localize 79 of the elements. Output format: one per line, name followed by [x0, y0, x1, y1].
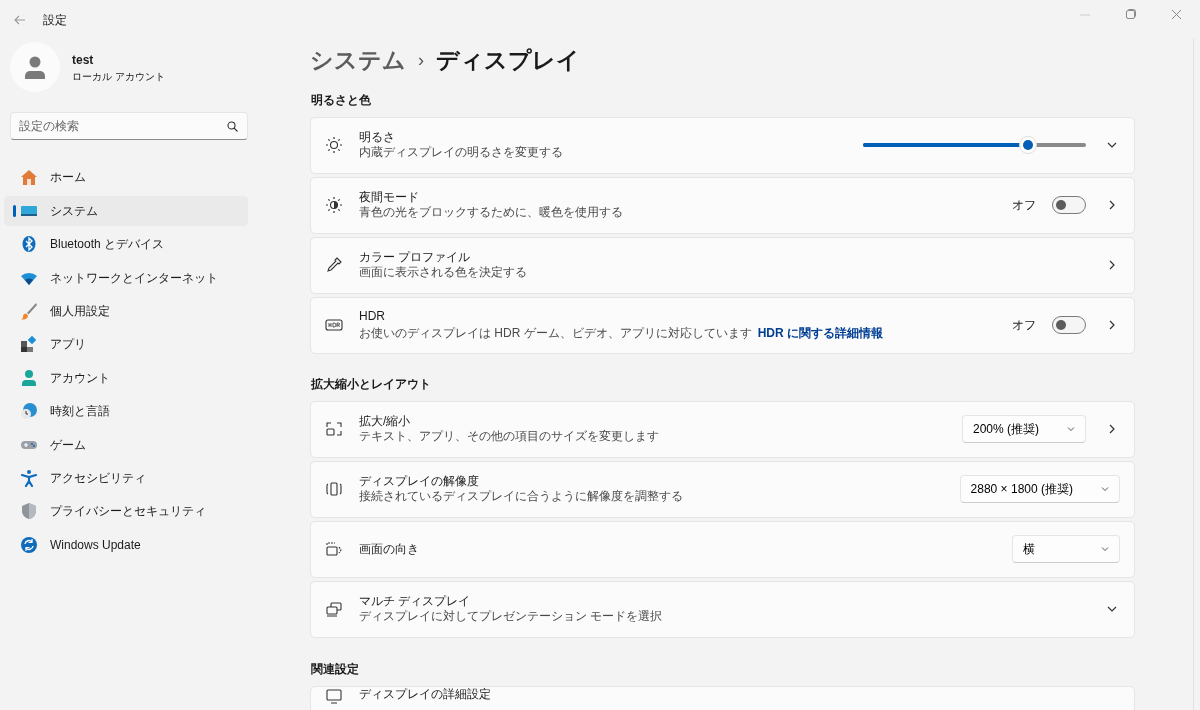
- house-icon: [20, 168, 38, 187]
- setting-title: マルチ ディスプレイ: [359, 594, 472, 610]
- breadcrumb-separator: ›: [418, 49, 424, 73]
- nav-item[interactable]: ゲーム: [4, 429, 248, 460]
- chevron-down-icon: [1067, 425, 1075, 434]
- setting-description: ディスプレイに対してプレゼンテーション モードを選択: [359, 609, 664, 625]
- toggle-switch[interactable]: [1052, 196, 1086, 215]
- setting-row[interactable]: HDR お使いのディスプレイは HDR ゲーム、ビデオ、アプリに対応しています HDR に関する詳細情報 オフ: [310, 296, 1135, 354]
- eyedropper-icon: [325, 256, 343, 275]
- setting-description: 青色の光をブロックするために、暖色を使用する: [359, 205, 624, 221]
- setting-row[interactable]: 明るさ 内蔵ディスプレイの明るさを変更する: [310, 116, 1135, 174]
- nav-item[interactable]: システム: [4, 195, 248, 226]
- account-type: ローカル アカウント: [72, 69, 165, 84]
- chevron-down-icon: [1101, 545, 1109, 554]
- nav-item[interactable]: アカウント: [4, 362, 248, 393]
- nav-item[interactable]: Bluetooth とデバイス: [4, 229, 248, 260]
- setting-description: お使いのディスプレイは HDR ゲーム、ビデオ、アプリに対応しています: [359, 325, 752, 341]
- back-arrow-icon: [14, 14, 26, 25]
- search-field[interactable]: 設定の検索: [10, 112, 248, 141]
- person-icon: [20, 368, 38, 387]
- half-sun-icon: [325, 196, 343, 215]
- accessibility-icon: [20, 469, 38, 487]
- paintbrush-icon: [20, 302, 38, 321]
- toggle-state-label: オフ: [1012, 317, 1036, 335]
- two-screens-icon: [325, 600, 343, 619]
- setting-description: 内蔵ディスプレイの明るさを変更する: [359, 145, 564, 161]
- breadcrumb-parent[interactable]: システム: [310, 43, 406, 78]
- bluetooth-icon: [20, 235, 38, 254]
- setting-row[interactable]: カラー プロファイル 画面に表示される色を決定する: [310, 236, 1135, 294]
- setting-row[interactable]: マルチ ディスプレイ ディスプレイに対してプレゼンテーション モードを選択: [310, 580, 1135, 638]
- shield-icon: [20, 502, 38, 521]
- learn-more-link[interactable]: HDR に関する詳細情報: [757, 323, 883, 342]
- globe-clock-icon: [20, 402, 38, 421]
- window-title: 設定: [43, 11, 67, 29]
- nav-item[interactable]: ホーム: [4, 162, 248, 193]
- person-icon: [23, 55, 47, 80]
- nav-item[interactable]: 個人用設定: [4, 296, 248, 327]
- account-name: test: [72, 51, 95, 69]
- toggle-state-label: オフ: [1012, 197, 1036, 215]
- setting-title: 画面の向き: [359, 541, 420, 557]
- setting-row[interactable]: ディスプレイの詳細設定: [310, 685, 1135, 710]
- nav-item[interactable]: 時刻と言語: [4, 396, 248, 427]
- setting-row[interactable]: 夜間モード 青色の光をブロックするために、暖色を使用する オフ: [310, 176, 1135, 234]
- rotate-screen-icon: [325, 540, 343, 559]
- slider-thumb[interactable]: [1019, 136, 1037, 155]
- chevron-down-icon: [1101, 485, 1109, 494]
- nav-item[interactable]: アプリ: [4, 329, 248, 360]
- resize-icon: [325, 420, 343, 439]
- sync-icon: [20, 535, 38, 554]
- section-heading: 関連設定: [311, 660, 360, 678]
- setting-title: 夜間モード: [359, 190, 420, 206]
- section-heading: 明るさと色: [311, 91, 372, 109]
- setting-row[interactable]: 画面の向き 横: [310, 520, 1135, 578]
- nav-item[interactable]: ネットワークとインターネット: [4, 262, 248, 293]
- toggle-switch[interactable]: [1052, 316, 1086, 335]
- monitor-icon: [325, 686, 343, 705]
- setting-row[interactable]: 拡大/縮小 テキスト、アプリ、その他の項目のサイズを変更します 200% (推奨): [310, 400, 1135, 458]
- nav-item[interactable]: Windows Update: [4, 529, 248, 560]
- setting-description: 画面に表示される色を決定する: [359, 265, 528, 281]
- setting-title: 拡大/縮小: [359, 414, 412, 430]
- setting-row[interactable]: ディスプレイの解像度 接続されているディスプレイに合うように解像度を調整する 2880 × 1800 (推奨): [310, 460, 1135, 518]
- setting-title: HDR: [359, 308, 386, 324]
- dropdown[interactable]: 横: [1012, 535, 1120, 564]
- search-icon: [227, 121, 238, 133]
- setting-description: 接続されているディスプレイに合うように解像度を調整する: [359, 489, 684, 505]
- nav-item[interactable]: アクセシビリティ: [4, 463, 248, 493]
- setting-title: ディスプレイの詳細設定: [359, 686, 492, 702]
- page-title: ディスプレイ: [436, 46, 580, 76]
- dropdown[interactable]: 200% (推奨): [961, 415, 1086, 444]
- dropdown[interactable]: 2880 × 1800 (推奨): [959, 475, 1120, 504]
- setting-title: 明るさ: [359, 130, 396, 146]
- setting-title: カラー プロファイル: [359, 250, 472, 266]
- apps-icon: [20, 335, 38, 354]
- setting-title: ディスプレイの解像度: [359, 474, 480, 490]
- sun-icon: [325, 136, 343, 155]
- setting-description: テキスト、アプリ、その他の項目のサイズを変更します: [359, 429, 660, 445]
- section-heading: 拡大縮小とレイアウト: [311, 375, 432, 393]
- screen-bracket-icon: [325, 480, 343, 499]
- nav-item[interactable]: プライバシーとセキュリティ: [4, 496, 248, 527]
